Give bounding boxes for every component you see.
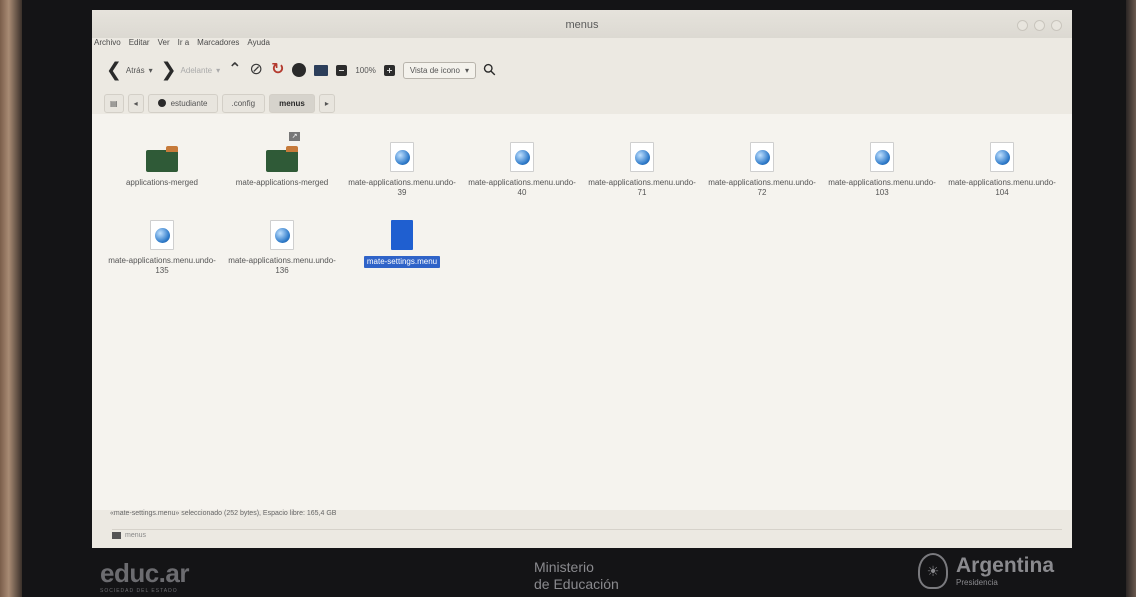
computer-icon[interactable] <box>314 64 329 76</box>
back-arrow-icon: ❮ <box>106 59 122 81</box>
crumb-label: menus <box>279 98 305 108</box>
web-file-icon <box>862 132 902 172</box>
zoom-in-icon[interactable] <box>383 64 395 76</box>
ministerio-line2: de Educación <box>534 575 619 592</box>
back-dropdown-icon[interactable]: ▾ <box>149 66 153 75</box>
coat-of-arms-icon: ☀ <box>918 553 948 589</box>
file-item[interactable]: mate-applications.menu.undo-71 <box>582 132 702 198</box>
menu-ver[interactable]: Ver <box>158 38 170 52</box>
path-bar: ▤ ◂ estudiante .config menus ▸ <box>92 92 1072 114</box>
file-item[interactable]: mate-applications.menu.undo-39 <box>342 132 462 198</box>
minimize-button[interactable] <box>1017 20 1028 31</box>
ministerio-line1: Ministerio <box>534 559 594 575</box>
bottom-panel: menus <box>112 529 1062 541</box>
menu-ayuda[interactable]: Ayuda <box>247 38 270 52</box>
taskbar-window-icon <box>112 532 121 539</box>
file-item[interactable]: mate-applications.menu.undo-72 <box>702 132 822 198</box>
file-item[interactable]: mate-applications.menu.undo-40 <box>462 132 582 198</box>
file-label: mate-applications.menu.undo-104 <box>948 178 1056 197</box>
desk-background-left <box>0 0 22 597</box>
file-item-selected[interactable]: mate-settings.menu <box>342 210 462 276</box>
up-arrow-icon[interactable]: ⌃ <box>228 62 241 78</box>
presidencia-subtitle: Presidencia <box>956 578 998 587</box>
crumb-menus[interactable]: menus <box>269 93 315 113</box>
file-view: applications-merged ↗ mate-applications-… <box>92 114 1072 510</box>
argentina-logo: ☀ Argentina Presidencia <box>918 553 1054 589</box>
file-manager-window: menus Archivo Editar Ver Ir a Marcadores… <box>92 10 1072 548</box>
menu-marcadores[interactable]: Marcadores <box>197 38 239 52</box>
back-label: Atrás <box>125 65 145 75</box>
file-grid: applications-merged ↗ mate-applications-… <box>102 132 1062 276</box>
ministerio-logo: Ministerio de Educación <box>534 559 619 593</box>
zoom-level: 100% <box>355 65 376 75</box>
web-file-icon <box>382 132 422 172</box>
file-label: mate-applications.menu.undo-136 <box>228 256 336 275</box>
toggle-location-icon[interactable]: ▤ <box>104 93 124 113</box>
reload-icon[interactable]: ↻ <box>271 62 284 78</box>
file-label: mate-applications-merged <box>235 178 329 187</box>
file-item[interactable]: mate-applications.menu.undo-136 <box>222 210 342 276</box>
path-left-arrow-icon[interactable]: ◂ <box>127 93 144 113</box>
file-item[interactable]: ↗ mate-applications-merged <box>222 132 342 198</box>
file-item[interactable]: mate-applications.menu.undo-103 <box>822 132 942 198</box>
chevron-down-icon: ▾ <box>464 65 469 75</box>
crumb-config[interactable]: .config <box>221 93 266 113</box>
desk-background-right <box>1126 0 1136 597</box>
menu-archivo[interactable]: Archivo <box>94 38 121 52</box>
folder-icon <box>142 132 182 172</box>
educ-ar-wordmark: educ.ar <box>100 558 190 588</box>
title-bar: menus <box>92 10 1072 38</box>
search-icon[interactable]: ⚲ <box>479 59 501 81</box>
crumb-label: estudiante <box>170 98 208 108</box>
file-item[interactable]: applications-merged <box>102 132 222 198</box>
path-right-arrow-icon[interactable]: ▸ <box>318 93 335 113</box>
status-bar: «mate-settings.menu» seleccionado (252 b… <box>110 510 337 517</box>
forward-arrow-icon: ❯ <box>160 59 177 81</box>
text-file-icon <box>382 210 422 250</box>
file-label: mate-applications.menu.undo-40 <box>468 178 576 197</box>
file-label: mate-applications.menu.undo-71 <box>588 178 696 197</box>
file-item[interactable]: mate-applications.menu.undo-135 <box>102 210 222 276</box>
file-label: mate-applications.menu.undo-39 <box>348 178 456 197</box>
web-file-icon <box>982 132 1022 172</box>
file-label: mate-applications.menu.undo-72 <box>708 178 816 197</box>
crumb-estudiante[interactable]: estudiante <box>147 93 218 113</box>
educ-ar-subtitle: SOCIEDAD DEL ESTADO <box>100 588 178 594</box>
web-file-icon <box>142 210 182 250</box>
zoom-out-icon[interactable] <box>336 64 348 76</box>
menu-ir-a[interactable]: Ir a <box>178 38 190 52</box>
forward-dropdown-icon[interactable]: ▾ <box>216 66 220 75</box>
folder-link-icon: ↗ <box>262 132 302 172</box>
window-controls <box>1017 20 1062 31</box>
web-file-icon <box>742 132 782 172</box>
stop-icon[interactable]: ⊘ <box>250 62 263 78</box>
file-label: applications-merged <box>125 178 199 187</box>
menu-bar: Archivo Editar Ver Ir a Marcadores Ayuda <box>92 38 1072 52</box>
web-file-icon <box>622 132 662 172</box>
file-item[interactable]: mate-applications.menu.undo-104 <box>942 132 1062 198</box>
argentina-title: Argentina <box>956 554 1055 577</box>
view-mode-value: Vista de icono <box>409 65 460 75</box>
crumb-label: .config <box>231 98 256 108</box>
taskbar-window-label[interactable]: menus <box>125 532 146 539</box>
file-label: mate-settings.menu <box>363 256 441 268</box>
web-file-icon <box>502 132 542 172</box>
web-file-icon <box>262 210 302 250</box>
toolbar: ❮ Atrás ▾ ❯ Adelante ▾ ⌃ ⊘ ↻ 100% Vista … <box>92 56 1072 84</box>
educ-ar-logo: educ.ar SOCIEDAD DEL ESTADO <box>100 558 190 594</box>
maximize-button[interactable] <box>1034 20 1045 31</box>
file-label: mate-applications.menu.undo-135 <box>108 256 216 275</box>
home-folder-icon <box>157 99 166 107</box>
window-title: menus <box>565 19 599 31</box>
forward-label: Adelante <box>180 65 213 75</box>
view-mode-select[interactable]: Vista de icono ▾ <box>402 61 476 79</box>
file-label: mate-applications.menu.undo-103 <box>828 178 936 197</box>
back-button[interactable]: ❮ Atrás ▾ <box>106 61 153 80</box>
close-button[interactable] <box>1051 20 1062 31</box>
menu-editar[interactable]: Editar <box>129 38 150 52</box>
forward-button[interactable]: ❯ Adelante ▾ <box>161 61 221 80</box>
home-icon[interactable] <box>292 63 307 77</box>
